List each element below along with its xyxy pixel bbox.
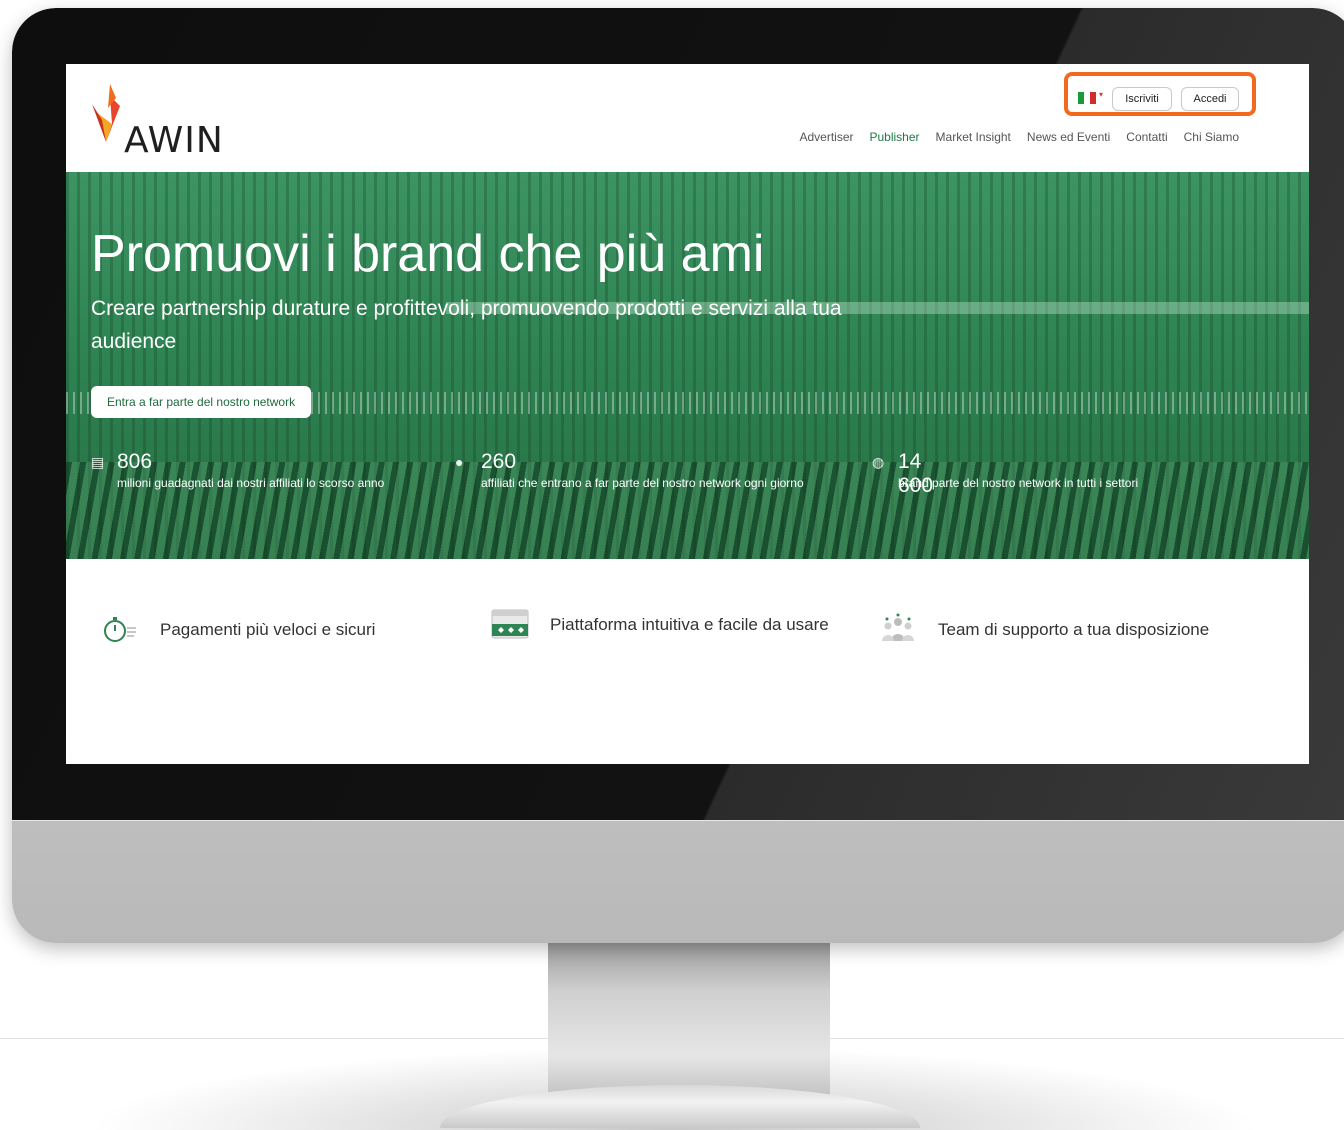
- stat-value: 14 600: [898, 450, 934, 497]
- stopwatch-icon: [100, 609, 140, 649]
- stat-value: 806: [117, 450, 153, 473]
- nav-advertiser[interactable]: Advertiser: [799, 130, 853, 144]
- stat-label: brand parte del nostro network in tutti …: [898, 476, 1139, 490]
- login-button[interactable]: Accedi: [1181, 87, 1239, 111]
- coins-icon: ▤: [91, 454, 105, 470]
- platform-icon: [490, 604, 530, 644]
- stat-value: 260: [481, 450, 517, 473]
- stat-label: milioni guadagnati dai nostri affiliati …: [117, 476, 385, 490]
- feature-text: Pagamenti più veloci e sicuri: [160, 619, 376, 639]
- feature-text: Team di supporto a tua disposizione: [938, 619, 1210, 639]
- chevron-down-icon[interactable]: ▾: [1099, 90, 1103, 99]
- awin-flame-icon: [92, 84, 120, 142]
- feature-text: Piattaforma intuitiva e facile da usare: [550, 614, 829, 634]
- nav-news-eventi[interactable]: News ed Eventi: [1027, 130, 1110, 144]
- signup-button[interactable]: Iscriviti: [1112, 87, 1172, 111]
- nav-chi-siamo[interactable]: Chi Siamo: [1184, 130, 1239, 144]
- team-icon: [878, 609, 918, 649]
- account-actions-highlight: ▾ Iscriviti Accedi: [1064, 72, 1256, 116]
- user-icon: ●: [455, 454, 464, 470]
- feature-platform: Piattaforma intuitiva e facile da usare: [490, 604, 830, 644]
- globe-icon: ◍: [872, 454, 885, 470]
- nav-contatti[interactable]: Contatti: [1126, 130, 1167, 144]
- hero-banner: Promuovi i brand che più ami Creare part…: [66, 172, 1309, 559]
- logo-text: AWIN: [124, 120, 224, 161]
- nav-market-insight[interactable]: Market Insight: [936, 130, 1011, 144]
- nav-publisher[interactable]: Publisher: [870, 130, 920, 144]
- site-header: AWIN ▾ Iscriviti Accedi Advertiser Publi…: [66, 64, 1309, 172]
- feature-support: Team di supporto a tua disposizione: [878, 609, 1209, 649]
- main-nav: Advertiser Publisher Market Insight News…: [799, 130, 1239, 144]
- join-network-button[interactable]: Entra a far parte del nostro network: [91, 386, 312, 418]
- website-screen: AWIN ▾ Iscriviti Accedi Advertiser Publi…: [66, 64, 1309, 764]
- hero-title: Promuovi i brand che più ami: [91, 225, 765, 283]
- stat-label: affiliati che entrano a far parte del no…: [481, 476, 804, 490]
- awin-logo[interactable]: AWIN: [90, 84, 230, 161]
- italy-flag-icon[interactable]: [1078, 92, 1096, 104]
- feature-payments: Pagamenti più veloci e sicuri: [100, 609, 375, 649]
- monitor-stand: [548, 943, 830, 1103]
- monitor-chin: [12, 820, 1344, 821]
- hero-subtitle: Creare partnership durature e profittevo…: [91, 297, 842, 353]
